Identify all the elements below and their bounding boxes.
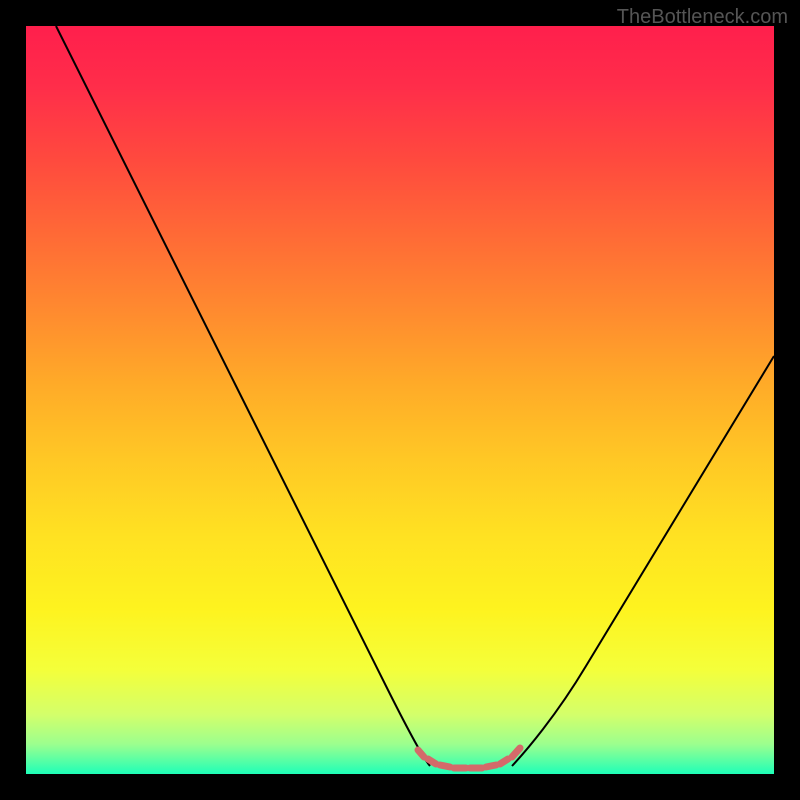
chart-plot-area (26, 26, 774, 774)
watermark-text: TheBottleneck.com (617, 6, 788, 29)
left-curve-line (56, 26, 430, 766)
chart-curves-svg (26, 26, 774, 774)
right-curve-line (512, 356, 774, 766)
bottom-dotted-segment (418, 748, 520, 768)
